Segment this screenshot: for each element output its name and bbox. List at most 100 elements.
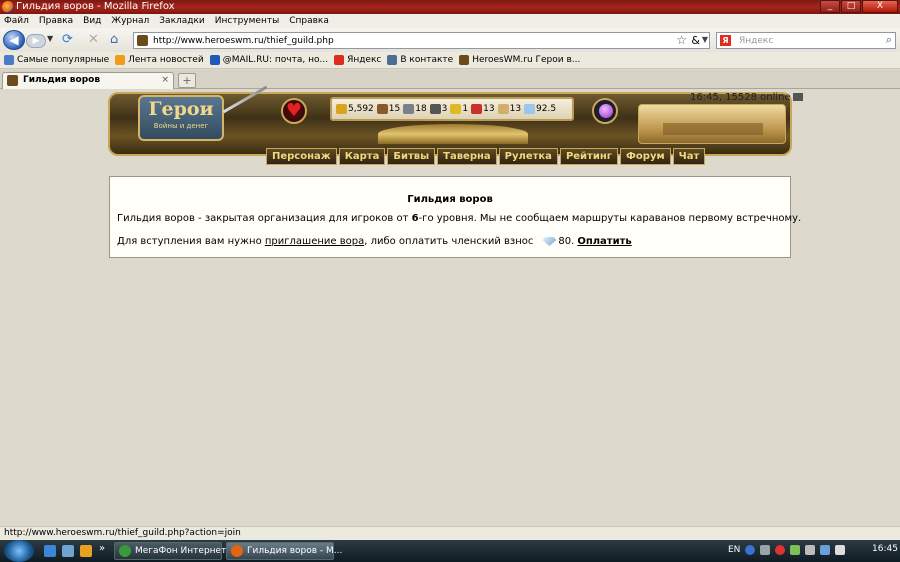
new-tab-button[interactable]: + [178,73,196,88]
window-controls: _ □ X [820,0,898,13]
site-favicon-icon [137,35,148,46]
reload-icon[interactable]: ⟳ [62,33,73,47]
wood-icon [376,104,388,114]
logo-subtitle: Войны и денег [153,122,209,130]
bookmark-heroeswm[interactable]: HeroesWM.ru Герои в... [459,55,580,65]
bookmark-most-visited[interactable]: Самые популярные [4,55,109,65]
mana-orb-icon [592,98,618,124]
yandex-icon [334,55,345,65]
required-level: 6 [411,213,419,224]
mercury-icon [429,104,441,114]
server-clock: 16:45, 15528 online [690,92,803,103]
bookmark-mail-ru[interactable]: @MAIL.RU: почта, но... [209,55,328,65]
url-bar[interactable]: http://www.heroeswm.ru/thief_guild.php ☆… [133,32,710,49]
game-menu-battles[interactable]: Битвы [387,148,436,165]
menu-history[interactable]: Журнал [111,14,149,28]
back-button[interactable]: ◀ [3,30,25,50]
firefox-icon [231,545,243,557]
search-placeholder[interactable]: Яндекс [739,34,773,48]
menu-help[interactable]: Справка [289,14,329,28]
resource-gold: 5,592 [336,104,374,114]
yandex-engine-icon[interactable]: Я [720,35,731,46]
diamond-icon [524,104,536,114]
online-icon [792,93,803,101]
navigation-toolbar: ◀ ▶ ▼ ⟳ ✕ ⌂ http://www.heroeswm.ru/thief… [0,28,900,52]
game-menu-roulette[interactable]: Рулетка [498,148,558,165]
gold-icon [336,104,347,114]
rss-icon [115,55,126,65]
game-menu-chat[interactable]: Чат [672,148,706,165]
window-titlebar: Гильдия воров - Mozilla Firefox _ □ X [0,0,900,14]
resource-gems: 13 [497,104,521,114]
game-menu-forum[interactable]: Форум [620,148,671,165]
taskbar-task-firefox[interactable]: Гильдия воров - М... [226,542,342,560]
menu-file[interactable]: Файл [4,14,29,28]
resource-mercury: 3 [429,104,447,114]
system-tray: EN [728,545,846,555]
game-logo[interactable]: Герои Войны и денег [138,95,224,141]
signal-icon[interactable] [805,545,816,555]
search-icon[interactable]: ⌕ [886,33,892,47]
game-menu-character[interactable]: Персонаж [266,148,337,165]
search-box[interactable]: Я Яндекс ⌕ [716,32,896,49]
game-menu-rating[interactable]: Рейтинг [559,148,618,165]
health-heart-icon: ♥ [281,98,307,124]
guild-description: Гильдия воров - закрытая организация для… [117,213,802,224]
language-indicator[interactable]: EN [728,545,740,555]
most-visited-icon [4,55,14,65]
tab-thief-guild[interactable]: Гильдия воров × [2,72,174,89]
resource-ore: 18 [403,104,427,114]
menu-tools[interactable]: Инструменты [215,14,279,28]
maximize-button[interactable]: □ [841,0,861,13]
guild-title: Гильдия воров [407,194,493,205]
taskbar-task-megafon[interactable]: МегаФон Интернет [114,542,226,560]
pay-link[interactable]: Оплатить [577,236,631,247]
media-player-icon[interactable] [80,545,92,557]
url-text[interactable]: http://www.heroeswm.ru/thief_guild.php [153,34,334,48]
menu-bookmarks[interactable]: Закладки [159,14,205,28]
ie-icon[interactable] [44,545,56,557]
header-ornament [378,124,528,144]
help-icon[interactable] [745,545,756,555]
bookmark-news-feed[interactable]: Лента новостей [115,55,204,65]
url-dropdown-icon[interactable]: ▼ [702,35,708,44]
home-icon[interactable]: ⌂ [110,33,118,47]
bookmarks-bar: Самые популярные Лента новостей @MAIL.RU… [0,52,900,69]
vkontakte-icon [387,55,398,65]
thief-invitation-link[interactable]: приглашение вора [265,236,364,247]
start-button[interactable] [4,540,34,562]
stop-icon[interactable]: ✕ [88,33,99,47]
game-menu-tavern[interactable]: Таверна [437,148,497,165]
resource-wood: 15 [376,104,400,114]
history-dropdown-icon[interactable]: ▼ [47,34,53,43]
tray-arrow-icon[interactable] [760,545,771,555]
menu-view[interactable]: Вид [83,14,101,28]
forward-button[interactable]: ▶ [26,34,46,48]
tab-close-icon[interactable]: × [161,73,169,88]
resource-crystals: 13 [471,104,495,114]
sulfur-icon [450,104,462,114]
show-desktop-icon[interactable] [62,545,74,557]
mail-ru-icon [209,55,220,65]
game-menu: Персонаж Карта Битвы Таверна Рулетка Рей… [266,148,706,165]
bookmark-star-icon[interactable]: ☆ [676,33,687,47]
heroeswm-icon [459,55,470,65]
windows-taskbar: » МегаФон Интернет Гильдия воров - М... … [0,540,900,562]
firefox-icon [2,1,14,13]
monitor-icon[interactable] [820,545,831,555]
close-button[interactable]: X [862,0,898,13]
bookmark-yandex[interactable]: Яндекс [334,55,381,65]
volume-icon[interactable] [835,545,846,555]
network-error-icon[interactable] [775,545,786,555]
minimize-button[interactable]: _ [820,0,840,13]
ampersand-addon-icon[interactable]: & [691,34,700,47]
resource-sulfur: 1 [450,104,468,114]
game-menu-map[interactable]: Карта [338,148,386,165]
tab-favicon-icon [7,75,18,86]
game-header: Герои Войны и денег ♥ 5,592 15 18 3 1 13… [108,85,803,166]
bookmark-vkontakte[interactable]: В контакте [387,55,453,65]
quicklaunch-chevron-icon[interactable]: » [99,543,105,554]
tray-app-icon[interactable] [790,545,801,555]
resource-diamonds: 92.5 [524,104,556,114]
menu-edit[interactable]: Правка [39,14,73,28]
